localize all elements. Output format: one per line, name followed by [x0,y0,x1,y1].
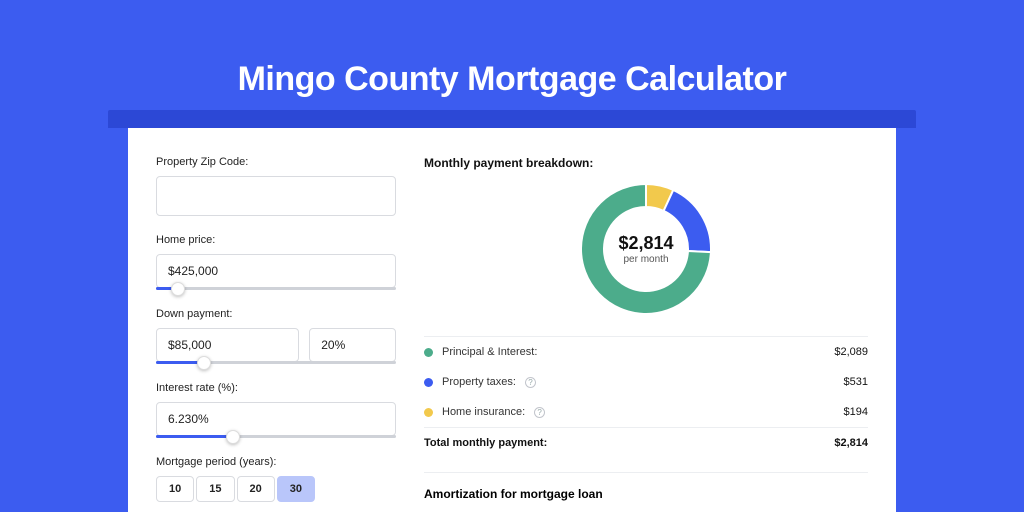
amortization-title: Amortization for mortgage loan [424,487,868,501]
info-icon[interactable]: ? [534,407,545,418]
period-button-10[interactable]: 10 [156,476,194,502]
breakdown-total-row: Total monthly payment: $2,814 [424,427,868,458]
breakdown-row: Home insurance: ? $194 [424,397,868,427]
home-price-group: Home price: [156,234,396,290]
donut-amount: $2,814 [618,233,673,254]
interest-label: Interest rate (%): [156,382,396,394]
breakdown-value: $2,089 [834,346,868,358]
interest-group: Interest rate (%): [156,382,396,438]
breakdown-row: Principal & Interest: $2,089 [424,337,868,367]
home-price-slider[interactable] [156,287,396,290]
breakdown-label: Home insurance: [442,406,525,418]
period-button-30[interactable]: 30 [277,476,315,502]
legend-dot [424,378,433,387]
breakdown-rows: Principal & Interest: $2,089 Property ta… [424,336,868,458]
breakdown-label: Property taxes: [442,376,516,388]
down-payment-slider[interactable] [156,361,396,364]
breakdown-panel: Monthly payment breakdown: $2,814 per mo… [424,156,868,512]
amortization-section: Amortization for mortgage loan Amortizat… [424,472,868,512]
donut-chart: $2,814 per month [581,184,711,314]
period-group: Mortgage period (years): 10152030 [156,456,396,502]
down-payment-pct-input[interactable] [309,328,396,362]
breakdown-row: Property taxes: ? $531 [424,367,868,397]
info-icon[interactable]: ? [525,377,536,388]
calculator-card: Property Zip Code: Home price: Down paym… [128,128,896,512]
home-price-label: Home price: [156,234,396,246]
legend-dot [424,348,433,357]
period-label: Mortgage period (years): [156,456,396,468]
page-title: Mingo County Mortgage Calculator [0,0,1024,99]
donut-container: $2,814 per month [424,184,868,314]
breakdown-label: Principal & Interest: [442,346,537,358]
total-label: Total monthly payment: [424,437,547,449]
zip-input[interactable] [156,176,396,216]
slider-thumb[interactable] [171,282,185,296]
down-payment-input[interactable] [156,328,299,362]
donut-sub: per month [623,254,668,265]
slider-thumb[interactable] [226,430,240,444]
legend-dot [424,408,433,417]
breakdown-header: Monthly payment breakdown: [424,156,868,170]
home-price-input[interactable] [156,254,396,288]
slider-thumb[interactable] [197,356,211,370]
total-value: $2,814 [834,437,868,449]
down-payment-group: Down payment: [156,308,396,364]
interest-input[interactable] [156,402,396,436]
breakdown-value: $531 [844,376,868,388]
breakdown-value: $194 [844,406,868,418]
input-panel: Property Zip Code: Home price: Down paym… [156,156,396,512]
interest-slider[interactable] [156,435,396,438]
donut-center: $2,814 per month [581,184,711,314]
zip-group: Property Zip Code: [156,156,396,216]
zip-label: Property Zip Code: [156,156,396,168]
down-payment-label: Down payment: [156,308,396,320]
card-shadow [108,110,916,128]
period-button-20[interactable]: 20 [237,476,275,502]
period-button-15[interactable]: 15 [196,476,234,502]
